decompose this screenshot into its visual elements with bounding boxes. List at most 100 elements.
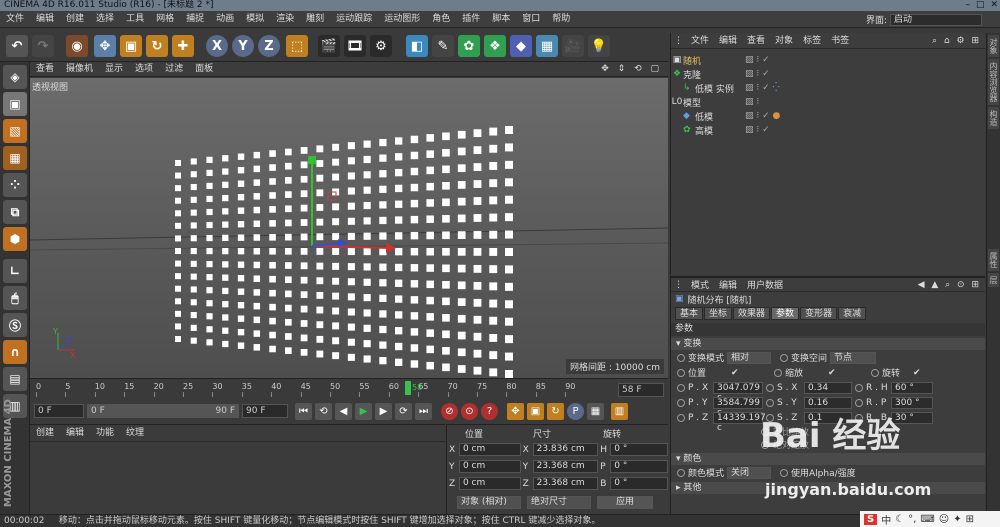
- previous-frame-icon[interactable]: ◀: [335, 402, 352, 420]
- deformer-icon[interactable]: ◆: [510, 35, 532, 57]
- keyboard-icon[interactable]: ⌨: [920, 514, 934, 525]
- grid-menu-icon[interactable]: ⊞: [966, 514, 974, 525]
- user-icon[interactable]: ☺: [939, 514, 949, 525]
- rp-field[interactable]: 300 °: [891, 396, 933, 409]
- cloner-icon[interactable]: ❖: [484, 35, 506, 57]
- side-tab-attributes[interactable]: 属性: [988, 249, 999, 271]
- go-to-end-icon[interactable]: ⏭: [415, 402, 432, 420]
- ime-language[interactable]: 中: [881, 512, 891, 527]
- visibility-dots[interactable]: ▨ ⁝ ✓: [745, 69, 770, 79]
- object-menu-bookmarks[interactable]: 书签: [826, 33, 854, 49]
- transform-space-dropdown[interactable]: 节点: [830, 351, 877, 364]
- end-frame-field[interactable]: 90 F: [242, 404, 288, 418]
- punctuation-icon[interactable]: °,: [908, 514, 916, 525]
- menu-mesh[interactable]: 网格: [150, 11, 180, 28]
- sx-radio[interactable]: [766, 383, 774, 392]
- coord-size-y-field[interactable]: 23.368 cm: [532, 460, 599, 473]
- object-menu-view[interactable]: 查看: [742, 33, 770, 49]
- key-pla-icon[interactable]: ▦: [587, 402, 604, 420]
- transform-space-radio[interactable]: [780, 353, 789, 362]
- menu-simulate[interactable]: 模拟: [240, 11, 270, 28]
- move-tool-icon[interactable]: ✥: [94, 35, 116, 57]
- transform-mode-radio[interactable]: [677, 353, 685, 362]
- rh-field[interactable]: 60 °: [891, 381, 933, 394]
- menu-motion-tracking[interactable]: 运动跟踪: [330, 11, 378, 28]
- tab-coord[interactable]: 坐标: [704, 307, 733, 320]
- object-menu-tags[interactable]: 标签: [798, 33, 826, 49]
- px-radio[interactable]: [677, 383, 685, 392]
- position-radio[interactable]: [677, 368, 685, 377]
- menu-select[interactable]: 选择: [90, 11, 120, 28]
- scale-radio[interactable]: [774, 368, 782, 377]
- model-mode-icon[interactable]: ▣: [3, 92, 27, 116]
- object-search-icons[interactable]: ⌕ ⌂ ⚙ ⊞: [932, 36, 985, 46]
- coord-size-x-field[interactable]: 23.836 cm: [532, 443, 599, 456]
- menu-window[interactable]: 窗口: [516, 11, 546, 28]
- timeline-window-icon[interactable]: ▥: [611, 402, 628, 420]
- menu-edit[interactable]: 编辑: [30, 11, 60, 28]
- timeline[interactable]: 0 5 10 15 20 25 30 35 40 45 50 55 60 65 70 75 80 85 90 58 …: [30, 378, 668, 400]
- transform-mode-dropdown[interactable]: 相对: [727, 351, 772, 364]
- viewport-menu-options[interactable]: 选项: [129, 62, 159, 77]
- viewport-menu-cameras[interactable]: 摄像机: [60, 62, 99, 77]
- perspective-viewport[interactable]: 透视视图 Y X Z 网格间距 : 10000 cm: [30, 78, 668, 378]
- menu-snap[interactable]: 捕捉: [180, 11, 210, 28]
- snap-icon[interactable]: Ⓢ: [3, 313, 27, 337]
- axis-mode-icon[interactable]: ∟: [3, 259, 27, 283]
- points-mode-icon[interactable]: ⁘: [3, 173, 27, 197]
- key-position-icon[interactable]: ✥: [507, 402, 524, 420]
- menu-render[interactable]: 渲染: [270, 11, 300, 28]
- viewport-menu-display[interactable]: 显示: [99, 62, 129, 77]
- coord-pos-x-field[interactable]: 0 cm: [458, 443, 521, 456]
- menu-tools[interactable]: 工具: [120, 11, 150, 28]
- color-mode-dropdown[interactable]: 关闭: [727, 466, 772, 479]
- redo-icon[interactable]: ↷: [32, 35, 54, 57]
- cube-primitive-icon[interactable]: ◧: [406, 35, 428, 57]
- viewport-menu-panel[interactable]: 面板: [189, 62, 219, 77]
- live-select-icon[interactable]: ◉: [66, 35, 88, 57]
- layout-dropdown[interactable]: 启动: [890, 13, 982, 26]
- rotate-radio[interactable]: [871, 368, 879, 377]
- undo-icon[interactable]: ↶: [6, 35, 28, 57]
- visibility-dots[interactable]: ▨ ⁝ ✓: [745, 125, 770, 135]
- material-menu-create[interactable]: 创建: [30, 425, 60, 441]
- attr-menu-userdata[interactable]: 用户数据: [742, 278, 788, 291]
- object-row-model[interactable]: L0 模型 ▨ ⁝: [671, 95, 985, 109]
- key-rotation-icon[interactable]: ↻: [547, 402, 564, 420]
- visibility-dots[interactable]: ▨ ⁝ ✓ ●: [745, 111, 780, 121]
- minimize-icon[interactable]: –: [965, 0, 970, 11]
- x-axis-lock-button[interactable]: X: [206, 35, 228, 57]
- menu-plugins[interactable]: 插件: [456, 11, 486, 28]
- coord-size-z-field[interactable]: 23.368 cm: [532, 477, 599, 490]
- floor-icon[interactable]: ▦: [536, 35, 558, 57]
- material-menu-texture[interactable]: 纹理: [120, 425, 150, 441]
- coord-pos-z-field[interactable]: 0 cm: [458, 477, 521, 490]
- object-menu-file[interactable]: 文件: [686, 33, 714, 49]
- coord-rot-h-field[interactable]: 0 °: [610, 443, 668, 456]
- color-mode-radio[interactable]: [677, 468, 685, 477]
- tab-falloff[interactable]: 衰减: [838, 307, 867, 320]
- z-axis-lock-button[interactable]: Z: [258, 35, 280, 57]
- apply-button[interactable]: 应用: [597, 496, 653, 509]
- tab-basic[interactable]: 基本: [675, 307, 704, 320]
- camera-icon[interactable]: 🎥: [562, 35, 584, 57]
- edges-mode-icon[interactable]: ⧉: [3, 200, 27, 224]
- pz-radio[interactable]: [677, 413, 685, 422]
- attr-menu-edit[interactable]: 编辑: [714, 278, 742, 291]
- coord-pos-y-field[interactable]: 0 cm: [458, 460, 521, 473]
- next-frame-icon[interactable]: ▶: [375, 402, 392, 420]
- side-tab-objects[interactable]: 对象: [988, 35, 999, 57]
- tab-effector[interactable]: 效果器: [733, 307, 771, 320]
- scale-check[interactable]: ✔: [828, 368, 868, 378]
- tab-parameter[interactable]: 参数: [771, 307, 800, 320]
- side-tab-structure[interactable]: 构造: [988, 107, 999, 129]
- section-transform[interactable]: ▾ 变换: [671, 338, 985, 350]
- timeline-ruler[interactable]: 0 5 10 15 20 25 30 35 40 45 50 55 60 65 70 75 80 85 90: [36, 382, 576, 398]
- spline-pen-icon[interactable]: ✎: [432, 35, 454, 57]
- visibility-dots[interactable]: ▨ ⁝: [745, 97, 759, 107]
- moon-icon[interactable]: ☾: [895, 514, 904, 525]
- rp-radio[interactable]: [855, 398, 863, 407]
- subdivision-surface-icon[interactable]: ✿: [458, 35, 480, 57]
- close-icon[interactable]: ✕: [990, 0, 998, 11]
- render-view-icon[interactable]: 🎬: [318, 35, 340, 57]
